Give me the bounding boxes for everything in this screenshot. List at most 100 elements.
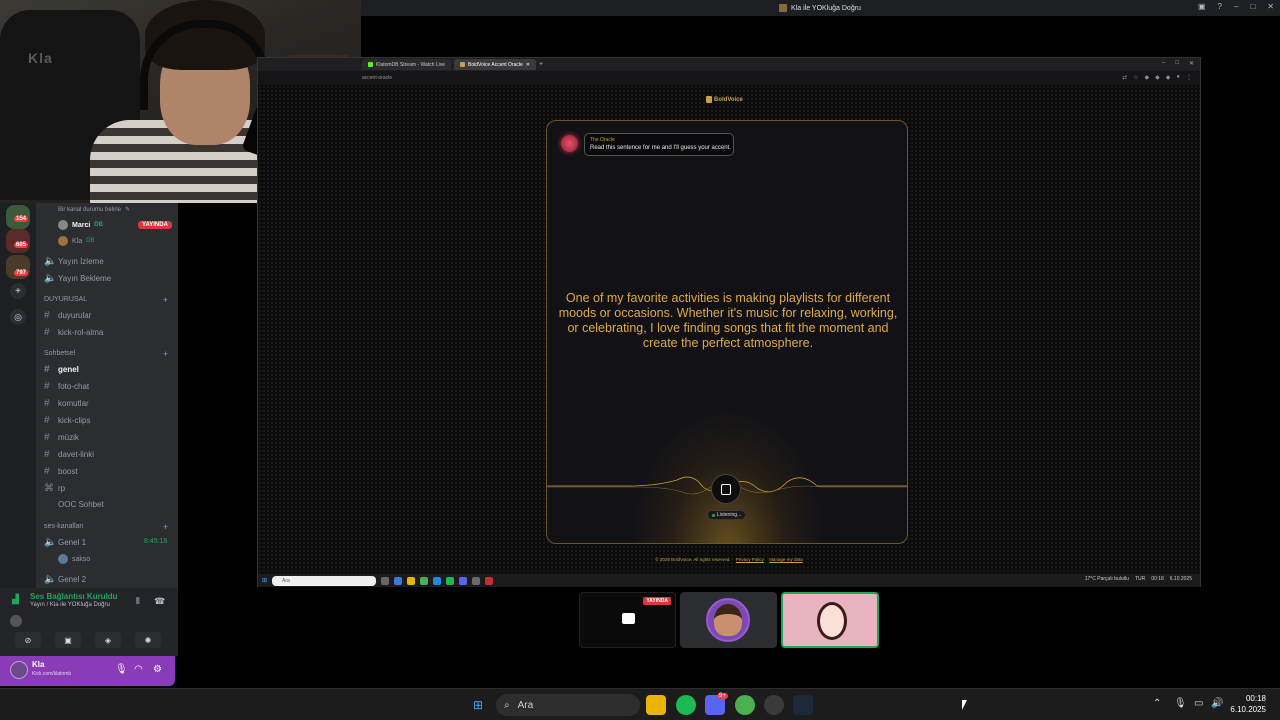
screen-share-button[interactable]: ▣ — [55, 632, 81, 648]
channel-komutlar[interactable]: # komutlar — [44, 398, 89, 409]
browser-tab-active[interactable]: BoldVoice Accent Oracle ✕ — [454, 59, 536, 70]
browser-tabstrip: KlatomDB Stream - Watch Live BoldVoice A… — [258, 58, 1200, 71]
display-icon[interactable]: ▭ — [1194, 698, 1203, 709]
channel-duyurular[interactable]: # duyurular — [44, 310, 91, 321]
thread-ooc-sohbet[interactable]: OOC Sohbet — [58, 500, 104, 509]
headphones-icon[interactable]: ◠ — [134, 664, 143, 675]
settings-gear-icon[interactable]: ⚙ — [153, 664, 162, 675]
privacy-policy-link[interactable]: Privacy Policy — [736, 557, 764, 562]
steam-icon[interactable] — [793, 695, 813, 715]
spotify-icon[interactable] — [676, 695, 696, 715]
bookmark-star-icon[interactable]: ☆ — [1133, 74, 1138, 81]
channel-boost[interactable]: # boost — [44, 466, 78, 477]
minimize-icon[interactable]: – — [1234, 2, 1238, 11]
channel-foto-chat[interactable]: # foto-chat — [44, 381, 89, 392]
chevron-up-icon[interactable]: ⌃ — [1153, 698, 1161, 709]
discover-icon[interactable]: ◎ — [10, 309, 26, 325]
activity-button[interactable]: ◈ — [95, 632, 121, 648]
new-tab-icon[interactable]: + — [539, 61, 543, 68]
maximize-icon[interactable]: □ — [1175, 60, 1179, 67]
voice-status-title[interactable]: Ses Bağlantısı Kuruldu — [30, 592, 118, 601]
manage-data-link[interactable]: Manage my data — [769, 557, 803, 562]
chrome-icon[interactable] — [735, 695, 755, 715]
voice-channel-yayin-izleme[interactable]: 🔈 Yayın İzleme — [44, 256, 104, 267]
voice-user-kla[interactable]: Kla DB — [58, 236, 94, 246]
disconnect-icon[interactable]: ☎ — [154, 596, 165, 607]
voice-user-sakso[interactable]: sakso — [58, 554, 90, 564]
maximize-icon[interactable]: □ — [1250, 2, 1255, 11]
profile-icon[interactable]: ● — [1176, 74, 1180, 81]
stream-tile-screen[interactable]: YAYINDA — [579, 592, 676, 648]
tab-close-icon[interactable]: ✕ — [526, 62, 530, 68]
hash-icon: # — [44, 364, 50, 375]
voice-channel-yayin-bekleme[interactable]: 🔈 Yayın Bekleme — [44, 273, 111, 284]
camera-button[interactable]: ⊘ — [15, 632, 41, 648]
server-icon[interactable] — [6, 229, 30, 253]
screen-share-icon[interactable]: ▣ — [1198, 2, 1206, 11]
channel-genel[interactable]: # genel — [44, 364, 79, 375]
oracle-message-bubble: The Oracle Read this sentence for me and… — [584, 133, 734, 156]
channel-davet-linki[interactable]: # davet-linki — [44, 449, 94, 460]
stream-tile-avatar[interactable] — [680, 592, 777, 648]
tab-label: BoldVoice Accent Oracle — [468, 61, 523, 68]
translate-icon[interactable]: ⇄ — [1122, 74, 1127, 81]
close-icon[interactable]: ✕ — [1189, 60, 1194, 67]
channel-label: Yayın Bekleme — [58, 274, 112, 283]
hash-icon: # — [44, 415, 50, 426]
voice-channel-genel-2[interactable]: 🔈 Genel 2 — [44, 574, 86, 585]
channel-label: davet-linki — [58, 450, 95, 459]
windows-start-icon: ⊞ — [262, 578, 268, 584]
language-text: TUR — [1134, 576, 1146, 582]
add-server-icon[interactable]: + — [10, 283, 26, 299]
app-icon[interactable] — [764, 695, 784, 715]
stream-tile-speaking[interactable] — [781, 592, 879, 648]
hash-icon: # — [44, 381, 50, 392]
noise-suppression-icon[interactable]: ⫴ — [136, 596, 140, 607]
minimize-icon[interactable]: – — [1162, 60, 1165, 67]
forum-rp[interactable]: ⌘ rp — [44, 483, 65, 494]
voice-channel-genel-1[interactable]: 🔈 Genel 1 — [44, 537, 86, 548]
channel-muzik[interactable]: # müzik — [44, 432, 79, 443]
user-avatar[interactable] — [10, 661, 28, 679]
category-sohbetsel[interactable]: Sohbetsel — [44, 350, 75, 357]
kick-favicon — [368, 62, 373, 67]
address-bar[interactable]: accent-oracle ⇄ ☆ ◆ ◆ ◆ ● ⋮ — [258, 71, 1200, 85]
search-icon: ⌕ — [504, 699, 510, 711]
channel-status-setter[interactable]: Bir kanal durumu belirle ✎ — [58, 206, 130, 214]
channel-label: rp — [58, 484, 66, 493]
microphone-icon[interactable]: 🎙 — [1174, 698, 1187, 709]
menu-icon[interactable]: ⋮ — [1186, 74, 1192, 81]
add-channel-icon[interactable]: + — [163, 295, 168, 305]
speaker-icon: 🔈 — [44, 273, 57, 284]
file-explorer-icon[interactable] — [646, 695, 666, 715]
user-tag: DB — [86, 238, 95, 244]
listening-text: Listening... — [717, 512, 742, 518]
category-duyurusal[interactable]: DUYURUSAL — [44, 296, 87, 303]
user-name: Kla — [72, 237, 83, 245]
voice-user-marci[interactable]: Marci DB — [58, 220, 103, 230]
soundboard-button[interactable]: ✺ — [135, 632, 161, 648]
browser-tab[interactable]: KlatomDB Stream - Watch Live — [362, 59, 452, 70]
forum-icon: ⌘ — [44, 483, 54, 494]
close-icon[interactable]: ✕ — [1267, 2, 1274, 11]
category-ses-kanallari[interactable]: ses-kanalları — [44, 523, 84, 530]
help-icon[interactable]: ? — [1218, 2, 1222, 11]
add-channel-icon[interactable]: + — [163, 522, 168, 532]
stop-recording-button[interactable] — [711, 474, 741, 504]
add-channel-icon[interactable]: + — [163, 349, 168, 359]
speaker-icon[interactable]: 🔊 — [1211, 698, 1223, 709]
channel-kick-clips[interactable]: # kick-clips — [44, 415, 90, 426]
extension-icon[interactable]: ◆ — [1155, 74, 1160, 81]
taskbar-search-box[interactable]: ⌕ Ara — [496, 694, 640, 716]
channel-kick-rol-alma[interactable]: # kick-rol-alma — [44, 327, 103, 338]
channel-label: boost — [58, 467, 78, 476]
boldvoice-logo[interactable]: BoldVoice — [706, 96, 743, 103]
windows-start-icon[interactable]: ⊞ — [468, 695, 488, 715]
user-panel: Kla Kick.com/klatomb 🎙 ◠ ⚙ — [0, 656, 175, 686]
inner-clock-date: 6.10.2025 — [1169, 576, 1192, 582]
extension-icon[interactable]: ◆ — [1166, 74, 1171, 81]
system-clock[interactable]: 00:18 6.10.2025 — [1230, 693, 1266, 715]
extension-icon[interactable]: ◆ — [1145, 74, 1150, 81]
notification-badge: 9+ — [717, 693, 728, 699]
microphone-icon[interactable]: 🎙 — [115, 664, 128, 675]
